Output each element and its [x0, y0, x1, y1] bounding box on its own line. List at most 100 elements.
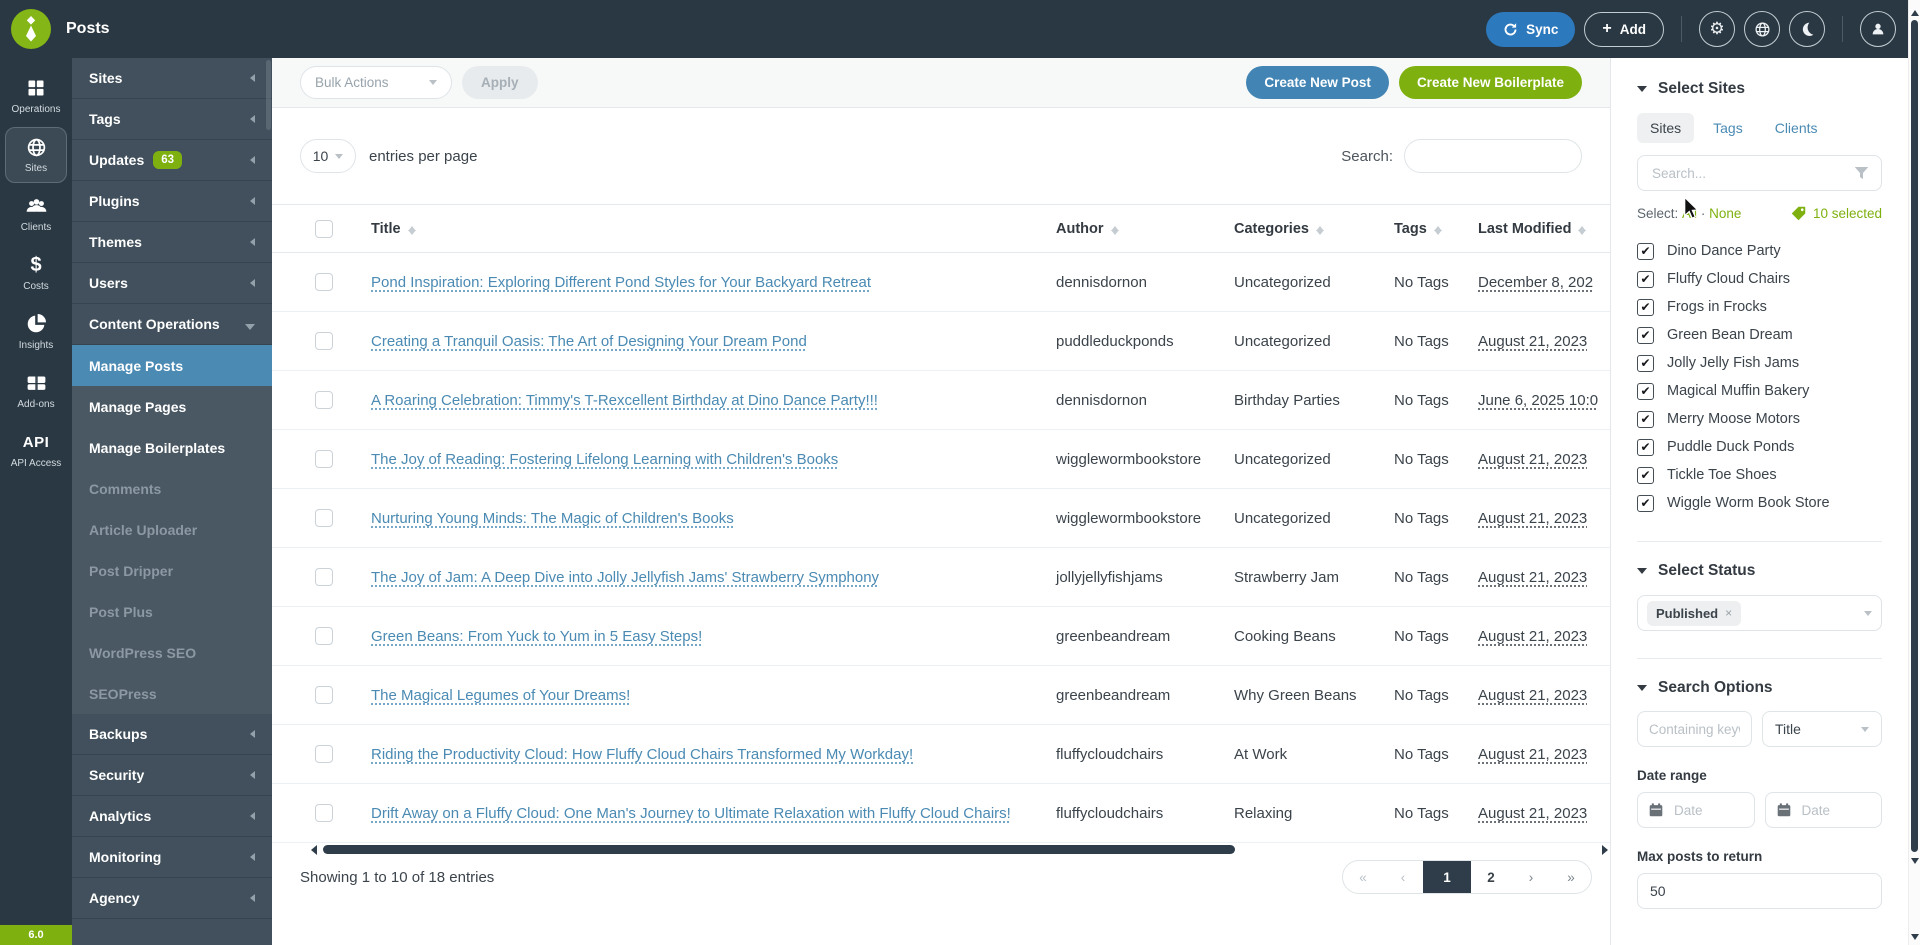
dark-mode-button[interactable] — [1789, 11, 1825, 47]
column-header-author[interactable]: Author — [1056, 221, 1104, 237]
nav-scrollbar-thumb[interactable] — [266, 60, 271, 130]
site-checkbox-row[interactable]: ✔ Frogs in Frocks — [1637, 296, 1882, 318]
sort-icon[interactable] — [1316, 222, 1325, 235]
scroll-down-arrow[interactable] — [1911, 934, 1919, 944]
row-checkbox[interactable] — [315, 804, 333, 822]
column-header-tags[interactable]: Tags — [1394, 221, 1427, 237]
post-title-link[interactable]: Green Beans: From Yuck to Yum in 5 Easy … — [371, 628, 702, 645]
post-title-link[interactable]: Riding the Productivity Cloud: How Fluff… — [371, 746, 913, 763]
sidebar-nav-item[interactable]: Content Operations — [72, 304, 272, 345]
site-checkbox-checked[interactable]: ✔ — [1637, 467, 1654, 484]
last-modified-link[interactable]: August 21, 2023 — [1478, 569, 1587, 586]
last-modified-link[interactable]: August 21, 2023 — [1478, 687, 1587, 704]
post-title-link[interactable]: Drift Away on a Fluffy Cloud: One Man's … — [371, 805, 1011, 822]
bulk-actions-select[interactable]: Bulk Actions — [300, 66, 452, 99]
site-checkbox-checked[interactable]: ✔ — [1637, 243, 1654, 260]
post-title-link[interactable]: The Joy of Reading: Fostering Lifelong L… — [371, 451, 838, 468]
row-checkbox[interactable] — [315, 686, 333, 704]
create-new-post-button[interactable]: Create New Post — [1246, 66, 1389, 99]
pagination-next[interactable]: › — [1511, 861, 1551, 893]
pagination-first[interactable]: « — [1343, 861, 1383, 893]
sort-icon[interactable] — [1434, 222, 1443, 235]
column-header-last-modified[interactable]: Last Modified — [1478, 221, 1571, 237]
site-checkbox-row[interactable]: ✔ Merry Moose Motors — [1637, 408, 1882, 430]
rail-item-clients[interactable]: Clients — [5, 186, 67, 242]
max-posts-input[interactable] — [1637, 873, 1882, 909]
select-status-section-header[interactable]: Select Status — [1637, 562, 1882, 580]
sync-button[interactable]: Sync — [1486, 12, 1575, 47]
post-title-link[interactable]: Nurturing Young Minds: The Magic of Chil… — [371, 510, 734, 527]
horizontal-scrollbar-thumb[interactable] — [323, 845, 1235, 854]
post-title-link[interactable]: The Magical Legumes of Your Dreams! — [371, 687, 630, 704]
select-none-link[interactable]: None — [1709, 206, 1741, 221]
pagination-last[interactable]: » — [1551, 861, 1591, 893]
last-modified-link[interactable]: August 21, 2023 — [1478, 805, 1587, 822]
sidebar-nav-item[interactable]: Manage Boilerplates — [72, 427, 272, 468]
last-modified-link[interactable]: August 21, 2023 — [1478, 451, 1587, 468]
sidebar-nav-item[interactable]: Backups — [72, 714, 272, 755]
select-sites-section-header[interactable]: Select Sites — [1637, 80, 1882, 98]
row-checkbox[interactable] — [315, 509, 333, 527]
row-checkbox[interactable] — [315, 332, 333, 350]
sidebar-nav-item[interactable]: Themes — [72, 222, 272, 263]
sidebar-nav-item[interactable]: WordPress SEO — [72, 632, 272, 673]
last-modified-link[interactable]: August 21, 2023 — [1478, 628, 1587, 645]
sidebar-nav-item[interactable]: Tags — [72, 99, 272, 140]
rail-item-sites[interactable]: Sites — [5, 127, 67, 183]
page-size-select[interactable]: 10 — [300, 139, 356, 173]
site-checkbox-row[interactable]: ✔ Dino Dance Party — [1637, 240, 1882, 262]
row-checkbox[interactable] — [315, 391, 333, 409]
row-checkbox[interactable] — [315, 568, 333, 586]
sidebar-nav-item[interactable]: Post Plus — [72, 591, 272, 632]
site-checkbox-checked[interactable]: ✔ — [1637, 299, 1654, 316]
add-button[interactable]: + Add — [1584, 12, 1664, 47]
site-checkbox-row[interactable]: ✔ Wiggle Worm Book Store — [1637, 492, 1882, 514]
site-checkbox-checked[interactable]: ✔ — [1637, 355, 1654, 372]
table-search-input[interactable] — [1404, 139, 1582, 173]
last-modified-link[interactable]: August 21, 2023 — [1478, 510, 1587, 527]
date-to-input[interactable] — [1800, 802, 1870, 819]
post-title-link[interactable]: A Roaring Celebration: Timmy's T-Rexcell… — [371, 392, 878, 409]
rail-item-api-access[interactable]: API API Access — [5, 422, 67, 478]
column-header-title[interactable]: Title — [371, 221, 401, 237]
rail-item-costs[interactable]: $ Costs — [5, 245, 67, 301]
create-new-boilerplate-button[interactable]: Create New Boilerplate — [1399, 66, 1582, 99]
site-checkbox-row[interactable]: ✔ Puddle Duck Ponds — [1637, 436, 1882, 458]
sidebar-nav-item[interactable]: Manage Posts — [72, 345, 272, 386]
scroll-up-arrow[interactable] — [1911, 6, 1919, 16]
sidebar-nav-item[interactable]: SEOPress — [72, 673, 272, 714]
apply-button[interactable]: Apply — [462, 66, 538, 99]
sort-icon[interactable] — [1111, 222, 1120, 235]
site-checkbox-checked[interactable]: ✔ — [1637, 495, 1654, 512]
sort-icon[interactable] — [1578, 222, 1587, 235]
pagination-page-2[interactable]: 2 — [1471, 861, 1511, 893]
sidebar-nav-item[interactable]: Analytics — [72, 796, 272, 837]
tab-sites[interactable]: Sites — [1637, 113, 1694, 143]
sidebar-nav-item[interactable]: Post Dripper — [72, 550, 272, 591]
site-checkbox-checked[interactable]: ✔ — [1637, 439, 1654, 456]
site-checkbox-checked[interactable]: ✔ — [1637, 383, 1654, 400]
keyword-input[interactable] — [1637, 711, 1752, 747]
search-field-select[interactable]: Title — [1762, 711, 1882, 747]
vertical-scrollbar[interactable] — [1908, 0, 1920, 945]
site-checkbox-row[interactable]: ✔ Fluffy Cloud Chairs — [1637, 268, 1882, 290]
row-checkbox[interactable] — [315, 745, 333, 763]
sort-icon[interactable] — [408, 222, 417, 235]
scroll-left-arrow[interactable] — [306, 845, 317, 855]
pagination-prev[interactable]: ‹ — [1383, 861, 1423, 893]
date-from-input[interactable] — [1672, 802, 1742, 819]
settings-button[interactable]: ⚙ — [1699, 11, 1735, 47]
last-modified-link[interactable]: August 21, 2023 — [1478, 746, 1587, 763]
rail-item-insights[interactable]: Insights — [5, 304, 67, 360]
post-title-link[interactable]: Pond Inspiration: Exploring Different Po… — [371, 274, 871, 291]
sidebar-nav-item[interactable]: Manage Pages — [72, 386, 272, 427]
select-all-link[interactable]: All — [1682, 206, 1697, 221]
account-button[interactable] — [1860, 11, 1896, 47]
remove-chip-icon[interactable]: × — [1725, 606, 1732, 620]
rail-item-addons[interactable]: Add-ons — [5, 363, 67, 419]
select-all-checkbox[interactable] — [315, 220, 333, 238]
rail-item-operations[interactable]: Operations — [5, 68, 67, 124]
vertical-scrollbar-thumb[interactable] — [1911, 20, 1918, 852]
sidebar-nav-item[interactable]: Comments — [72, 468, 272, 509]
last-modified-link[interactable]: December 8, 202 — [1478, 274, 1593, 291]
